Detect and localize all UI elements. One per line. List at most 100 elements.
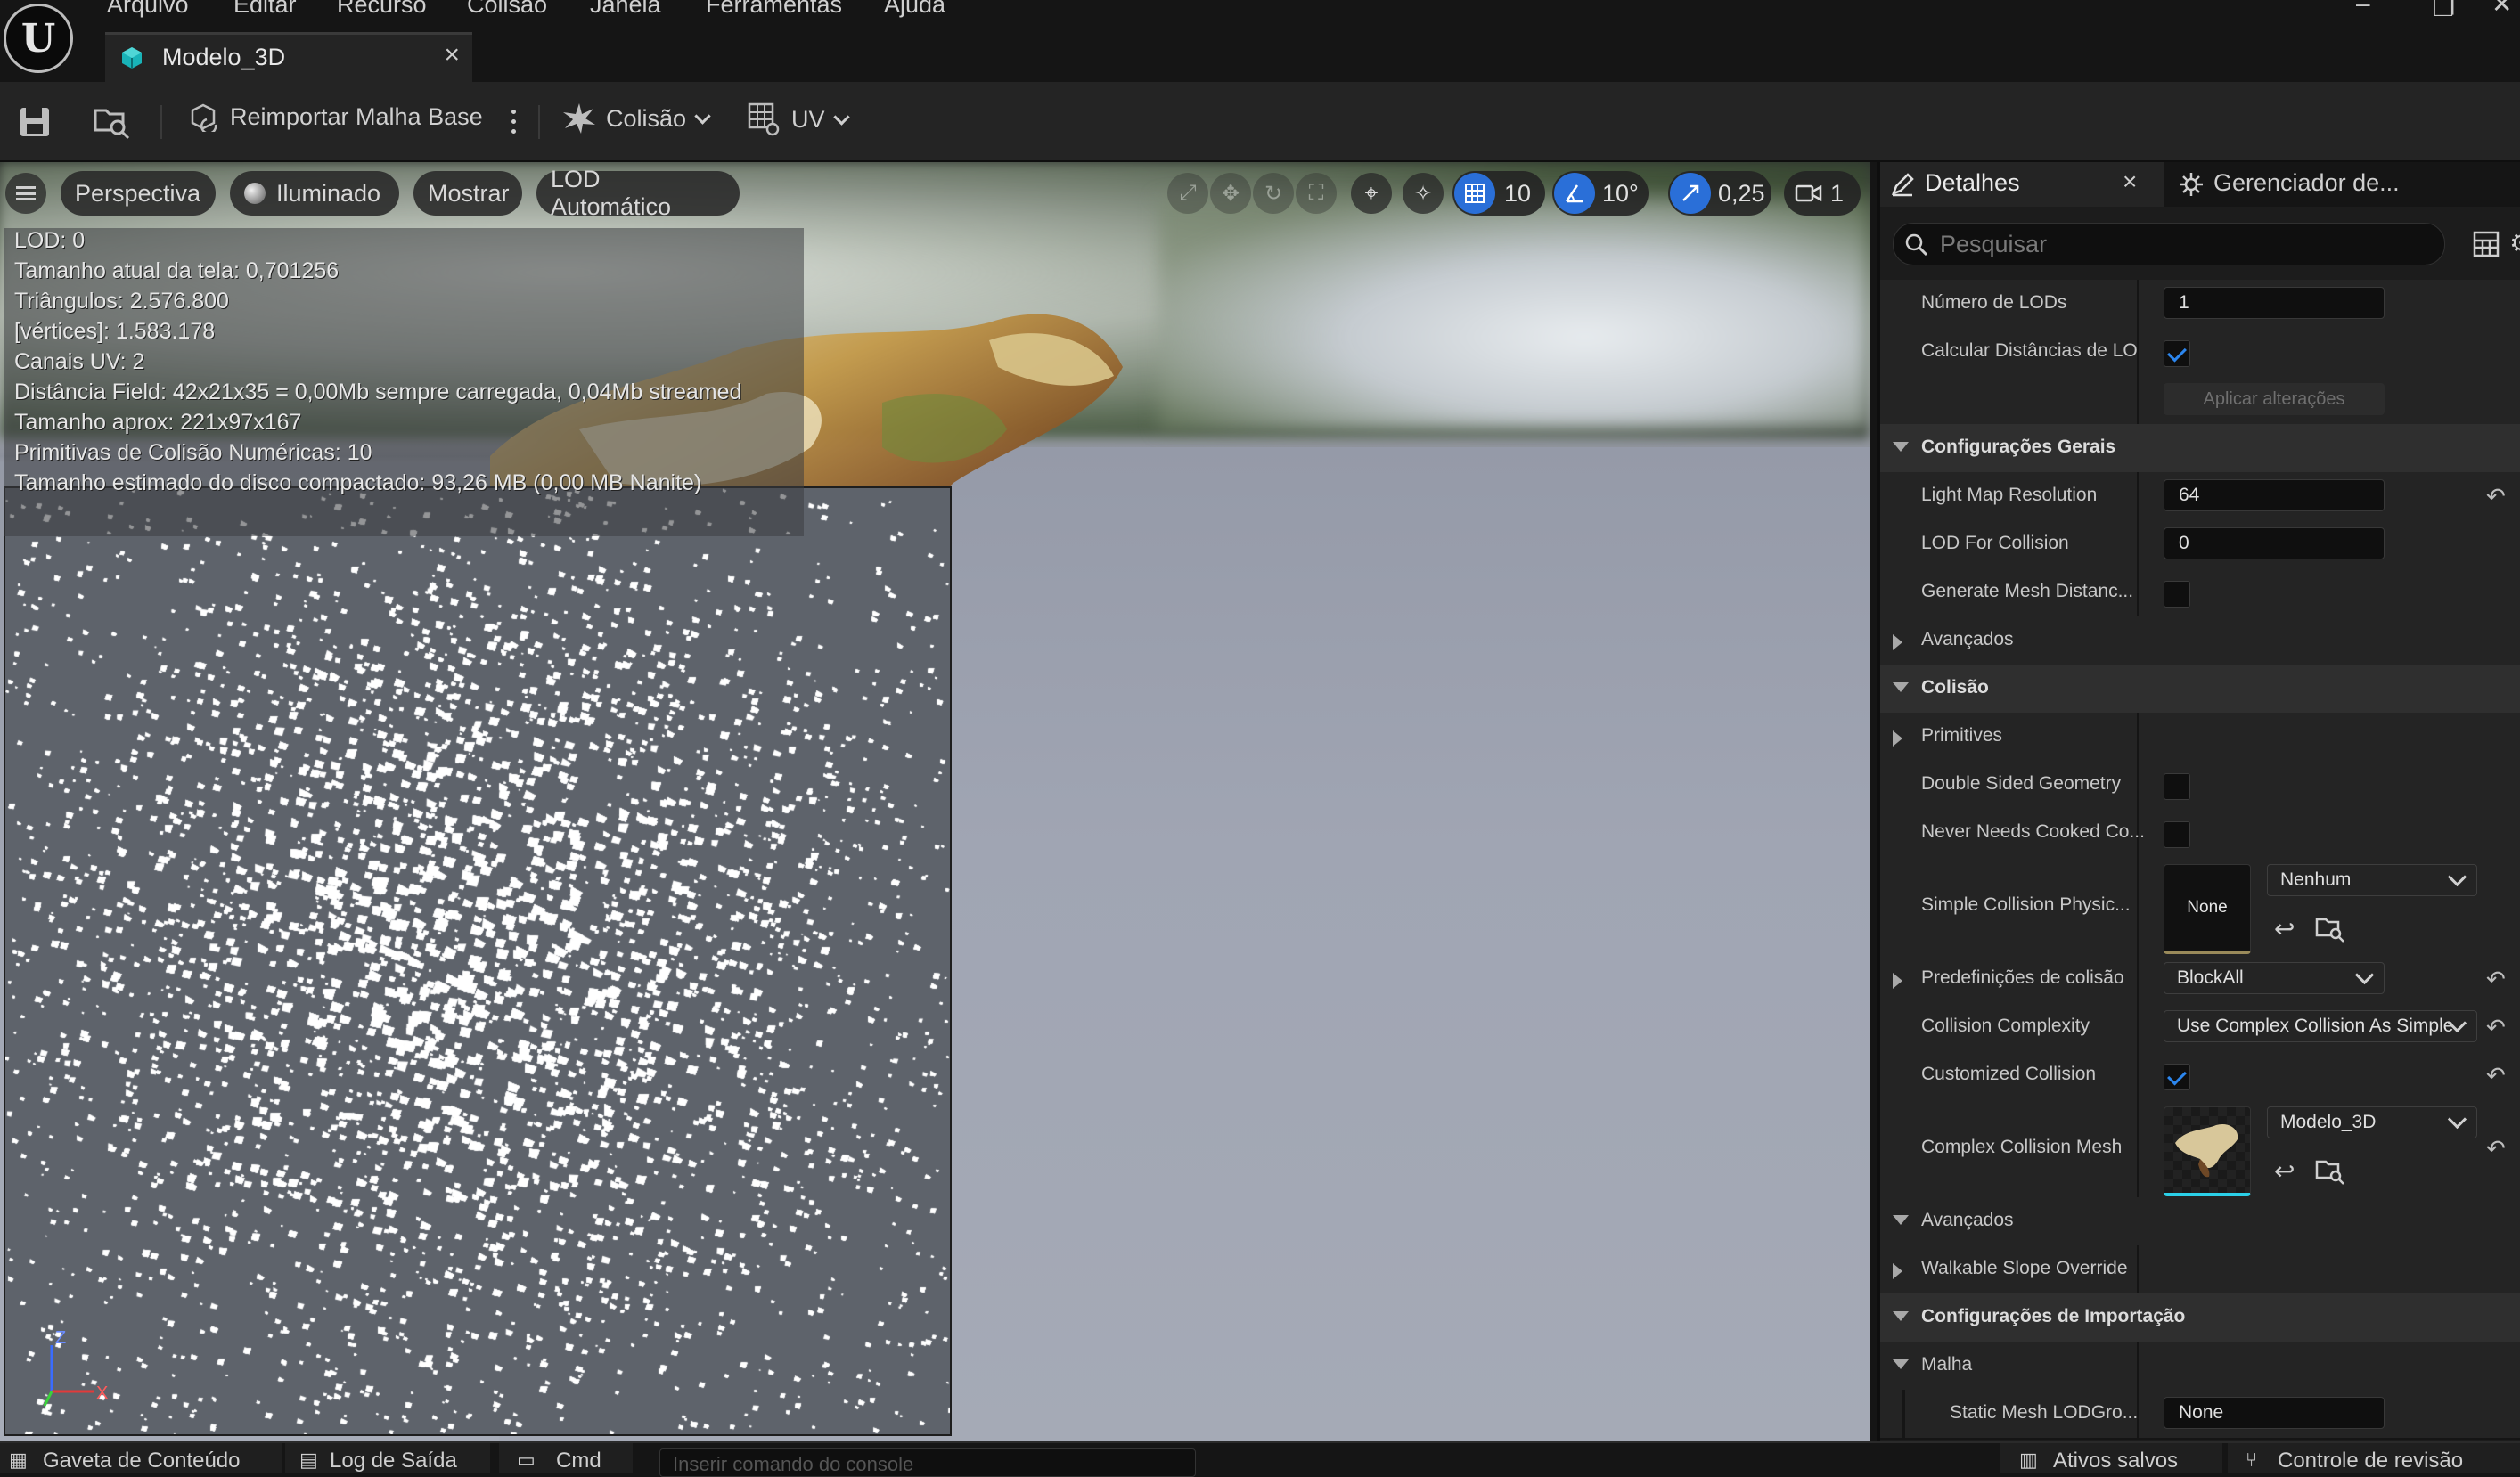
camera-icon	[1795, 184, 1822, 202]
apply-changes-button[interactable]: Aplicar alterações	[2164, 383, 2385, 415]
content-drawer-button[interactable]: ▦ Gaveta de Conteúdo	[0, 1443, 282, 1473]
num-lods-label: Número de LODs	[1921, 292, 2067, 313]
save-icon[interactable]	[18, 105, 52, 139]
settings-gear-icon[interactable]: ⚙	[2509, 228, 2520, 259]
reset-arrow-icon[interactable]: ↶	[2486, 483, 2506, 510]
never-cooked-checkbox[interactable]	[2164, 821, 2190, 848]
overflow-menu-icon[interactable]	[511, 107, 517, 137]
tab-gerenciador-label: Gerenciador de...	[2213, 169, 2400, 196]
uv-label: UV	[791, 105, 825, 133]
category-general-settings[interactable]: Configurações Gerais	[1880, 424, 2520, 474]
tab-close-icon[interactable]: ×	[444, 40, 460, 70]
close-window-icon[interactable]: ✕	[2491, 0, 2512, 19]
maximize-icon[interactable]: ❐	[2433, 0, 2455, 22]
minimize-icon[interactable]: –	[2356, 0, 2370, 18]
lit-mode-button[interactable]: Iluminado	[230, 171, 399, 216]
row-advanced-general[interactable]: Avançados	[1880, 616, 2520, 666]
grid-snap-toggle[interactable]: 10	[1452, 171, 1545, 216]
unreal-logo-icon[interactable]: U	[4, 4, 73, 73]
scale-snap-toggle[interactable]: 0,25	[1668, 171, 1771, 216]
asset-tab[interactable]: Modelo_3D ×	[105, 32, 472, 82]
uv-overlay	[4, 486, 952, 1436]
menu-ferramentas[interactable]: Ferramentas	[706, 0, 842, 19]
browse-asset-icon[interactable]	[2315, 914, 2345, 943]
menu-ajuda[interactable]: Ajuda	[884, 0, 945, 19]
stat-vertices: [vértices]: 1.583.178	[14, 319, 216, 344]
console-input[interactable]: Inserir comando do console	[659, 1448, 1196, 1477]
customized-checkbox[interactable]	[2164, 1064, 2190, 1090]
presets-dropdown[interactable]: BlockAll	[2164, 962, 2385, 994]
cmd-label: Cmd	[556, 1448, 601, 1473]
select-mode-icon[interactable]: ⤢	[1167, 173, 1208, 214]
browse-content-icon[interactable]	[93, 103, 132, 141]
scale-snap-icon	[1670, 173, 1711, 214]
perspective-button[interactable]: Perspectiva	[61, 171, 216, 216]
reset-arrow-icon[interactable]: ↶	[2486, 1135, 2506, 1163]
output-log-button[interactable]: ▤ Log de Saída	[285, 1443, 490, 1473]
cmd-button[interactable]: ▭ Cmd	[499, 1443, 633, 1473]
row-walkable-slope[interactable]: Walkable Slope Override	[1880, 1245, 2520, 1295]
lodgroup-input[interactable]: None	[2164, 1397, 2385, 1429]
lod-collision-input[interactable]: 0	[2164, 527, 2385, 559]
manager-icon	[2180, 173, 2203, 196]
num-lods-input[interactable]: 1	[2164, 287, 2385, 319]
lod-auto-button[interactable]: LOD Automático	[536, 166, 740, 220]
double-sided-checkbox[interactable]	[2164, 773, 2190, 800]
menu-arquivo[interactable]: Arquivo	[107, 0, 189, 19]
translate-icon[interactable]: ✥	[1210, 173, 1251, 214]
menu-janela[interactable]: Janela	[590, 0, 661, 19]
lightmap-input[interactable]: 64	[2164, 479, 2385, 511]
revision-control-button[interactable]: ⑂ Controle de revisão	[2228, 1443, 2520, 1473]
viewport-options-icon[interactable]	[5, 173, 46, 214]
reimport-base-mesh-button[interactable]: Reimportar Malha Base	[189, 102, 483, 132]
calc-lod-checkbox[interactable]	[2164, 340, 2190, 367]
simple-phys-thumbnail[interactable]: None	[2164, 864, 2251, 954]
collision-menu-button[interactable]: Colisão	[561, 102, 711, 135]
scale-icon[interactable]: ⛶	[1296, 173, 1337, 214]
menu-colisao[interactable]: Colisão	[467, 0, 547, 19]
reset-arrow-icon[interactable]: ↶	[2486, 1062, 2506, 1089]
complex-mesh-thumbnail[interactable]	[2164, 1106, 2251, 1196]
row-primitives[interactable]: Primitives	[1880, 713, 2520, 763]
details-search-input[interactable]: Pesquisar	[1893, 223, 2445, 265]
tab-detalhes-close-icon[interactable]: ×	[2123, 167, 2137, 196]
row-mesh[interactable]: Malha	[1880, 1342, 2520, 1391]
complex-mesh-dropdown[interactable]: Modelo_3D	[2267, 1106, 2477, 1138]
category-import-settings[interactable]: Configurações de Importação	[1880, 1293, 2520, 1343]
stat-lod: LOD: 0	[14, 228, 86, 253]
tab-gerenciador[interactable]: Gerenciador de...	[2174, 162, 2520, 207]
world-local-icon[interactable]: ⌖	[1351, 173, 1392, 214]
browse-asset-icon[interactable]	[2315, 1156, 2345, 1185]
category-collision[interactable]: Colisão	[1880, 665, 2520, 714]
console-placeholder: Inserir comando do console	[673, 1453, 914, 1475]
rock-thumbnail-icon	[2175, 1123, 2238, 1178]
stat-disk-size: Tamanho estimado do disco compactado: 93…	[14, 470, 702, 495]
mesh-viewport[interactable]: LOD: 0 Tamanho atual da tela: 0,701256 T…	[0, 162, 1870, 1441]
reimport-icon	[191, 103, 217, 132]
row-advanced-collision[interactable]: Avançados	[1880, 1197, 2520, 1247]
uv-menu-button[interactable]: UV	[747, 102, 850, 137]
menu-recurso[interactable]: Recurso	[337, 0, 427, 19]
complexity-dropdown[interactable]: Use Complex Collision As Simple	[2164, 1010, 2477, 1042]
menu-editar[interactable]: Editar	[233, 0, 297, 19]
asset-toolbar: Reimportar Malha Base Colisão UV	[0, 82, 2520, 162]
reset-arrow-icon[interactable]: ↶	[2486, 966, 2506, 993]
camera-speed-button[interactable]: 1	[1784, 171, 1861, 216]
tab-detalhes[interactable]: Detalhes ×	[1880, 162, 2164, 207]
row-num-lods: Número de LODs 1	[1880, 280, 2520, 330]
grid-snap-icon	[1454, 173, 1495, 214]
rotation-snap-toggle[interactable]: 10°	[1552, 171, 1649, 216]
use-selected-asset-icon[interactable]: ↩	[2274, 914, 2295, 943]
simple-phys-dropdown[interactable]: Nenhum	[2267, 864, 2477, 896]
gen-mesh-checkbox[interactable]	[2164, 581, 2190, 608]
reset-arrow-icon[interactable]: ↶	[2486, 1014, 2506, 1041]
saved-assets-button[interactable]: ▥ Ativos salvos	[2000, 1443, 2222, 1473]
surface-snap-icon[interactable]: ✧	[1403, 173, 1444, 214]
saved-assets-label: Ativos salvos	[2053, 1448, 2179, 1473]
use-selected-asset-icon[interactable]: ↩	[2274, 1156, 2295, 1186]
rotate-icon[interactable]: ↻	[1253, 173, 1294, 214]
show-menu-button[interactable]: Mostrar	[413, 171, 522, 216]
revision-control-label: Controle de revisão	[2278, 1448, 2464, 1473]
property-matrix-icon[interactable]	[2472, 230, 2500, 258]
customized-label: Customized Collision	[1921, 1064, 2097, 1084]
